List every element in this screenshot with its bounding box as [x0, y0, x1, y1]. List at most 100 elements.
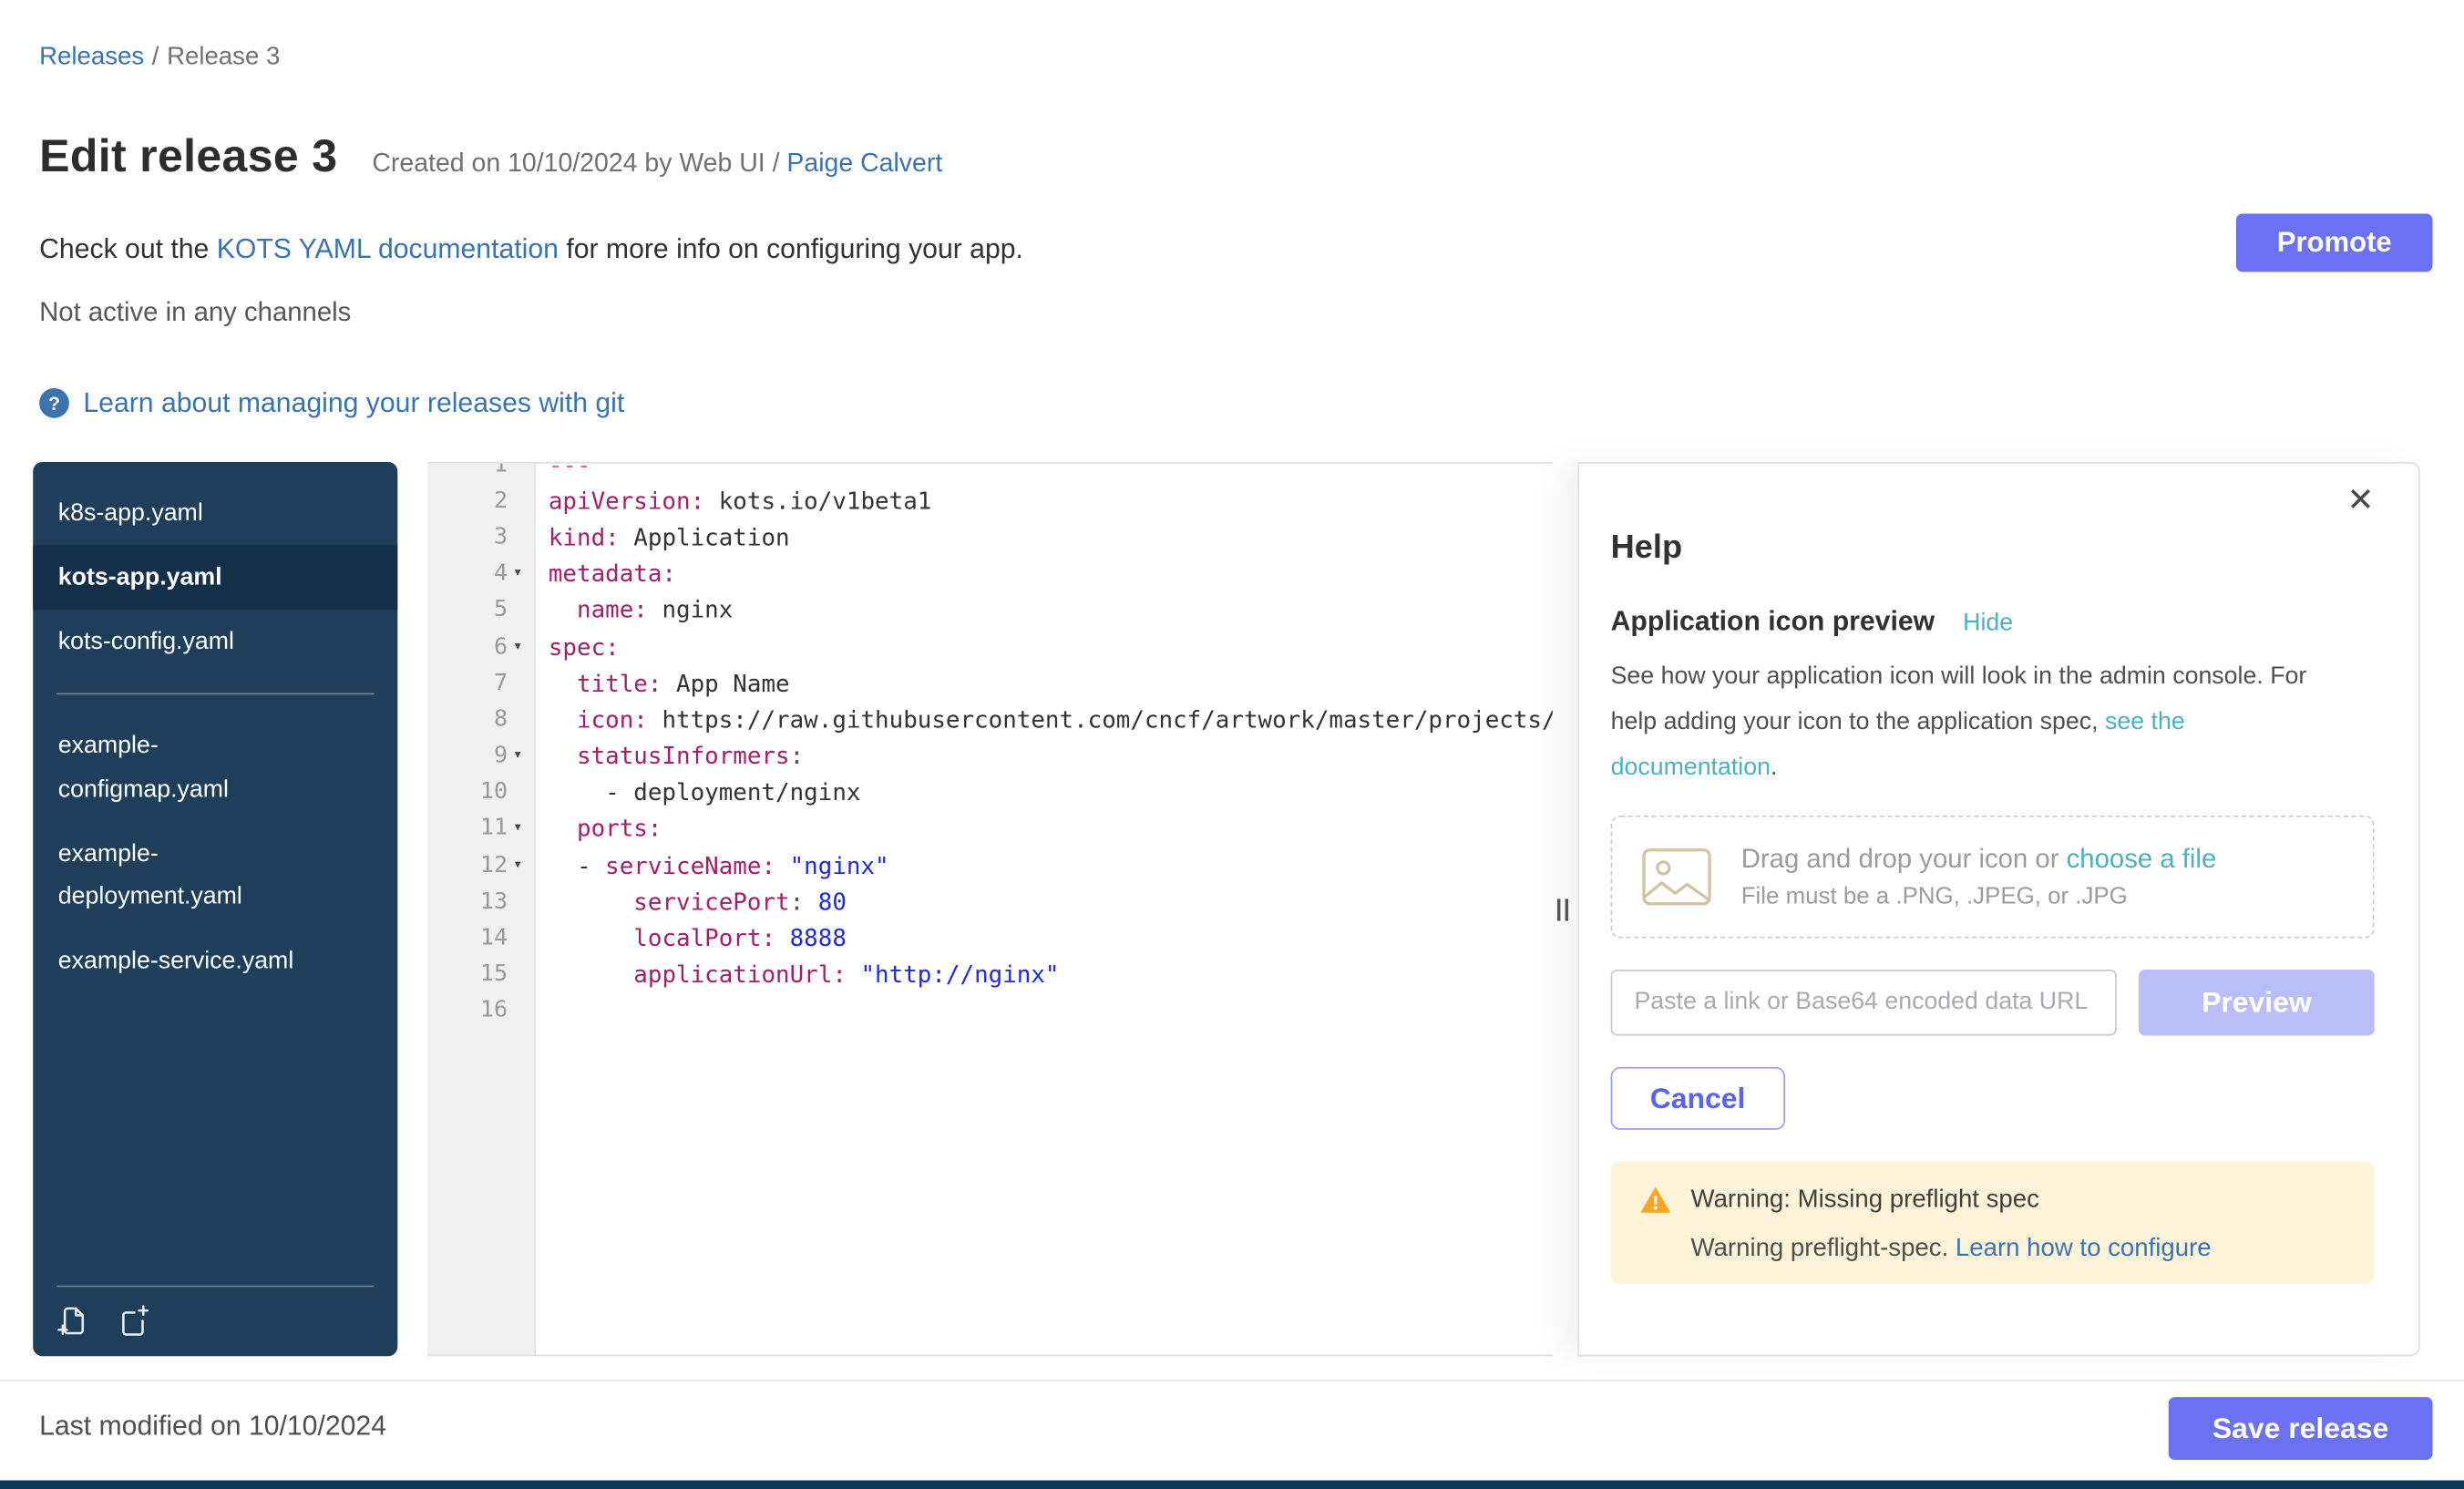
code-line[interactable]: 11▾ ports: — [427, 811, 1553, 847]
editor-lines: 1 --- 2 apiVersion: kots.io/v1beta1 3kind: A… — [427, 462, 1553, 1030]
fold-caret-icon[interactable]: ▾ — [508, 748, 528, 764]
code-line[interactable]: 14 localPort: 8888 — [427, 920, 1553, 957]
code-text: kind: Application — [534, 523, 789, 551]
release-editor-workspace: k8s-app.yamlkots-app.yamlkots-config.yam… — [33, 462, 2420, 1356]
code-line[interactable]: 12▾ - serviceName: "nginx" — [427, 847, 1553, 884]
code-line[interactable]: 7 title: App Name — [427, 665, 1553, 702]
code-line[interactable]: 2 apiVersion: kots.io/v1beta1 — [427, 483, 1553, 519]
sidebar-file-example-service-yaml[interactable]: example-service.yaml — [33, 929, 397, 993]
code-text: apiVersion: kots.io/v1beta1 — [534, 487, 931, 515]
code-line[interactable]: 6▾ spec: — [427, 629, 1553, 665]
sidebar-footer — [56, 1286, 374, 1338]
panel-resize-handle-right[interactable] — [1557, 899, 1568, 920]
line-number: 2 — [494, 488, 508, 514]
channel-status: Not active in any channels — [39, 297, 351, 328]
line-number-cell: 10 — [427, 780, 534, 806]
yaml-code-editor[interactable]: 1 --- 2 apiVersion: kots.io/v1beta1 3kind: A… — [427, 462, 1553, 1356]
promote-button[interactable]: Promote — [2236, 214, 2433, 272]
author-link[interactable]: Paige Calvert — [786, 149, 942, 178]
line-number-cell: 9▾ — [427, 744, 534, 769]
file-tree-sidebar: k8s-app.yamlkots-app.yamlkots-config.yam… — [33, 462, 397, 1356]
line-number-cell: 1 — [427, 462, 534, 478]
line-number: 6 — [494, 634, 508, 660]
line-number-cell: 8 — [427, 707, 534, 733]
line-number-cell: 11▾ — [427, 816, 534, 842]
save-release-button[interactable]: Save release — [2169, 1397, 2433, 1460]
icon-dropzone[interactable]: Drag and drop your icon or choose a file… — [1611, 816, 2375, 939]
dropzone-main-prefix: Drag and drop your icon or — [1741, 844, 2059, 874]
git-releases-help-link[interactable]: Learn about managing your releases with … — [83, 386, 624, 419]
fold-caret-icon[interactable]: ▾ — [508, 857, 528, 873]
preview-button[interactable]: Preview — [2139, 970, 2375, 1035]
docs-hint-suffix: for more info on configuring your app. — [566, 232, 1023, 263]
line-number: 11 — [480, 816, 508, 842]
icon-preview-description: See how your application icon will look … — [1611, 653, 2353, 790]
line-number: 9 — [494, 744, 508, 769]
question-icon: ? — [39, 388, 69, 418]
code-text: spec: — [534, 632, 619, 661]
line-number-cell: 7 — [427, 671, 534, 696]
choose-file-link[interactable]: choose a file — [2067, 844, 2217, 874]
hide-link[interactable]: Hide — [1963, 610, 2013, 638]
line-number-cell: 13 — [427, 889, 534, 915]
code-line[interactable]: 5 name: nginx — [427, 592, 1553, 629]
fold-caret-icon[interactable]: ▾ — [508, 566, 528, 581]
line-number: 4 — [494, 561, 508, 587]
warning-icon — [1639, 1185, 1672, 1215]
line-number: 16 — [480, 999, 508, 1024]
breadcrumb-separator: / — [152, 44, 159, 70]
code-text: title: App Name — [534, 669, 789, 697]
warning-configure-link[interactable]: Learn how to configure — [1956, 1235, 2212, 1261]
code-line[interactable]: 8 icon: https://raw.githubusercontent.co… — [427, 702, 1553, 738]
code-line[interactable]: 16 — [427, 993, 1553, 1030]
warning-body: Warning preflight-spec. Learn how to con… — [1691, 1235, 2346, 1263]
help-panel: ✕ Help Application icon preview Hide See… — [1577, 462, 2419, 1356]
sidebar-file-example-configmap-yaml[interactable]: example- configmap.yaml — [33, 714, 397, 822]
code-line[interactable]: 3kind: Application — [427, 519, 1553, 556]
code-line[interactable]: 1 --- — [427, 462, 1553, 483]
last-modified-text: Last modified on 10/10/2024 — [39, 1410, 386, 1443]
icon-preview-title: Application icon preview — [1611, 605, 1935, 638]
close-icon[interactable]: ✕ — [2337, 482, 2384, 519]
code-line[interactable]: 15 applicationUrl: "http://nginx" — [427, 957, 1553, 993]
docs-hint-prefix: Check out the — [39, 232, 209, 263]
code-line[interactable]: 9▾ statusInformers: — [427, 738, 1553, 775]
cancel-button[interactable]: Cancel — [1611, 1067, 1785, 1130]
file-group-examples: example- configmap.yamlexample- deployme… — [33, 714, 397, 993]
warning-title: Warning: Missing preflight spec — [1691, 1186, 2039, 1214]
fold-caret-icon[interactable]: ▾ — [508, 821, 528, 837]
line-number: 8 — [494, 707, 508, 733]
dropzone-text: Drag and drop your icon or choose a file… — [1741, 844, 2217, 909]
line-number-cell: 2 — [427, 488, 534, 514]
sidebar-file-kots-config-yaml[interactable]: kots-config.yaml — [33, 611, 397, 675]
help-panel-title: Help — [1611, 529, 2375, 567]
dropzone-sub-text: File must be a .PNG, .JPEG, or .JPG — [1741, 883, 2217, 909]
created-prefix: Created on 10/10/2024 by Web UI / — [372, 149, 779, 178]
preflight-warning-box: Warning: Missing preflight spec Warning … — [1611, 1161, 2375, 1284]
line-number: 12 — [480, 853, 508, 878]
code-text: --- — [534, 462, 590, 478]
code-line[interactable]: 4▾ metadata: — [427, 556, 1553, 592]
code-text: metadata: — [534, 560, 676, 588]
line-number: 5 — [494, 598, 508, 623]
line-number: 15 — [480, 962, 508, 988]
kots-yaml-docs-link[interactable]: KOTS YAML documentation — [217, 232, 559, 263]
new-file-icon[interactable] — [118, 1304, 150, 1337]
line-number: 1 — [494, 462, 508, 478]
sidebar-file-kots-app-yaml[interactable]: kots-app.yaml — [33, 546, 397, 611]
warning-body-text: Warning preflight-spec. — [1691, 1235, 1949, 1261]
import-file-icon[interactable] — [56, 1304, 89, 1337]
icon-url-input[interactable] — [1611, 970, 2117, 1035]
code-line[interactable]: 10 - deployment/nginx — [427, 775, 1553, 811]
title-row: Edit release 3 Created on 10/10/2024 by … — [39, 132, 942, 184]
image-placeholder-icon — [1640, 847, 1712, 908]
sidebar-file-k8s-app-yaml[interactable]: k8s-app.yaml — [33, 481, 397, 546]
sidebar-file-example-deployment-yaml[interactable]: example- deployment.yaml — [33, 821, 397, 929]
fold-caret-icon[interactable]: ▾ — [508, 639, 528, 654]
code-text: servicePort: 80 — [534, 888, 847, 916]
icon-preview-section-head: Application icon preview Hide — [1611, 605, 2375, 638]
breadcrumb-releases-link[interactable]: Releases — [39, 44, 144, 70]
bottom-accent-strip — [0, 1480, 2464, 1489]
description-text: See how your application icon will look … — [1611, 663, 2307, 735]
code-line[interactable]: 13 servicePort: 80 — [427, 884, 1553, 920]
